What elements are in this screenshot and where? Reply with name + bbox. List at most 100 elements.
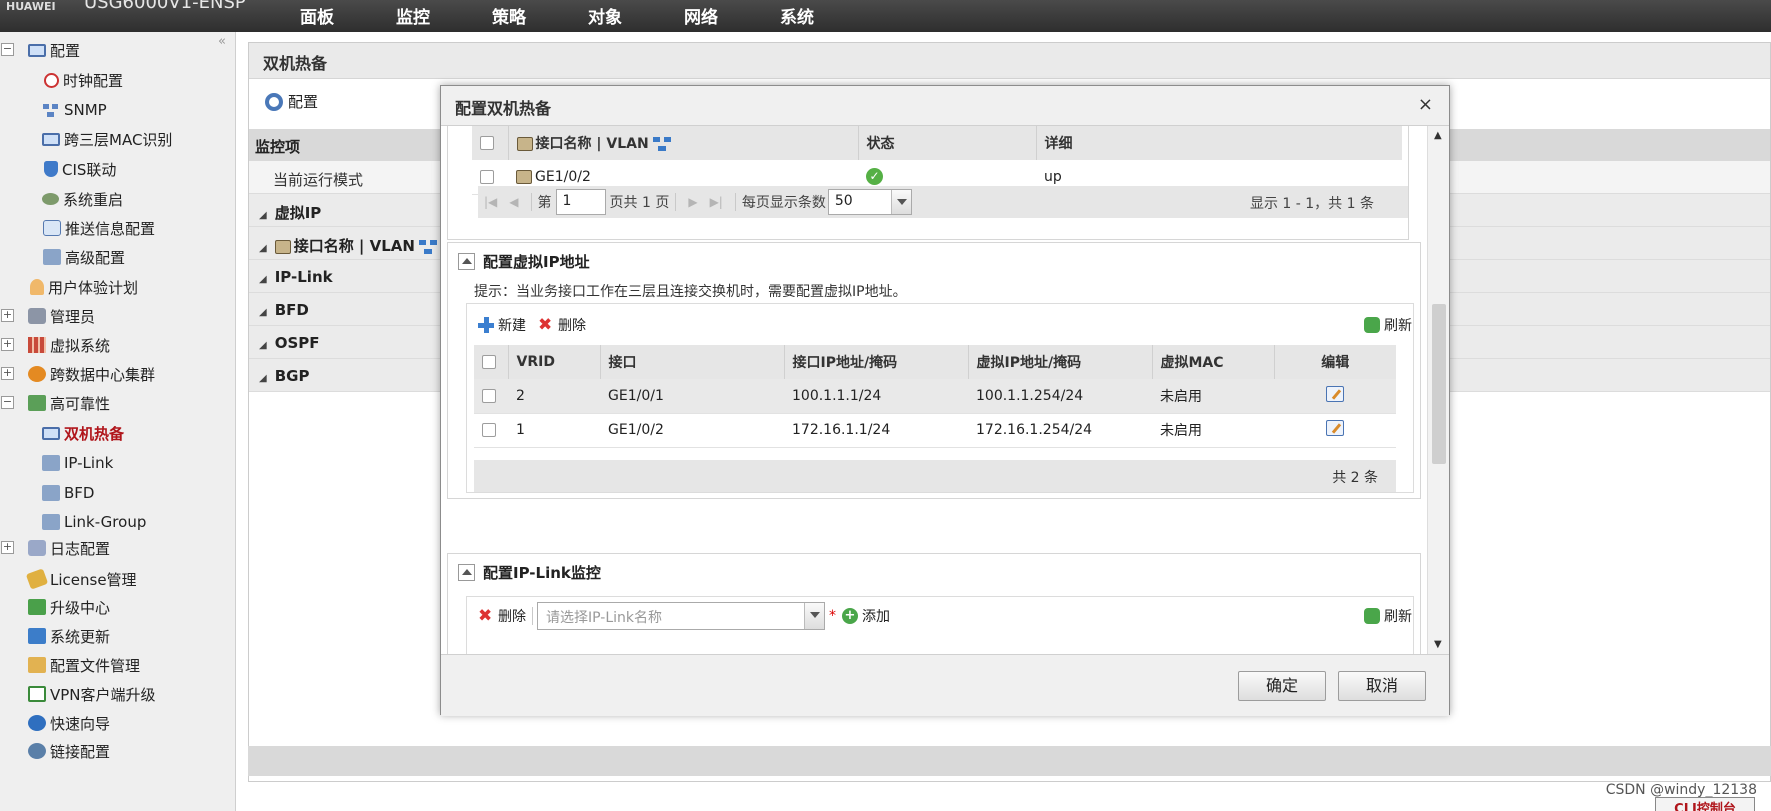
dialog-scrollbar[interactable]: ▲ ▼ <box>1427 126 1449 654</box>
refresh-button[interactable]: 刷新 <box>1364 315 1412 335</box>
col-status: 状态 <box>858 126 1037 160</box>
clock-icon <box>44 72 59 88</box>
last-page-icon[interactable]: ▶| <box>710 195 723 209</box>
per-page-select[interactable]: 50 <box>827 189 912 215</box>
ok-button[interactable]: 确定 <box>1238 671 1326 701</box>
page-number-input[interactable]: 1 <box>555 189 606 215</box>
refresh-label: 刷新 <box>1384 609 1412 625</box>
nav-system[interactable]: 系统 <box>780 3 876 28</box>
cell-virtual-mac: 未启用 <box>1152 413 1274 448</box>
cell-edit <box>1274 379 1396 414</box>
nav-monitor[interactable]: 监控 <box>396 3 492 28</box>
cell-vrid: 1 <box>508 413 600 448</box>
scroll-up-icon[interactable]: ▲ <box>1434 130 1442 141</box>
sidebar-item-label: License管理 <box>50 570 137 589</box>
refresh-button[interactable]: 刷新 <box>1364 606 1412 626</box>
sidebar-item-bfd[interactable]: BFD <box>42 480 94 506</box>
new-button[interactable]: 新建 <box>478 315 526 335</box>
sidebar-item-hot-standby[interactable]: 双机热备 <box>42 420 124 446</box>
nav-object[interactable]: 对象 <box>588 3 684 28</box>
iplink-name-select[interactable]: 请选择IP-Link名称 <box>537 602 825 630</box>
cell-interface: GE1/0/2 <box>600 413 784 448</box>
config-button[interactable]: 配置 <box>265 91 318 112</box>
first-page-icon[interactable]: |◀ <box>484 195 497 209</box>
nav-dashboard[interactable]: 面板 <box>300 3 396 28</box>
sidebar-item-user-exp[interactable]: 用户体验计划 <box>30 274 138 300</box>
sidebar-item-upgrade[interactable]: 升级中心 <box>28 594 110 620</box>
sidebar-item-admin[interactable]: + 管理员 <box>0 303 95 329</box>
sidebar-item-cis[interactable]: CIS联动 <box>44 156 116 182</box>
gear-icon <box>265 92 283 111</box>
sidebar-item-ha[interactable]: − 高可靠性 <box>0 390 110 416</box>
sidebar-item-mac-identify[interactable]: 跨三层MAC识别 <box>42 126 172 152</box>
cli-console-button[interactable]: CLI控制台 <box>1655 797 1755 811</box>
bfd-icon <box>42 485 60 501</box>
row-checkbox[interactable] <box>480 169 494 184</box>
edit-icon[interactable] <box>1326 420 1344 436</box>
next-page-icon[interactable]: ▶ <box>688 195 697 209</box>
expand-toggle-icon[interactable]: + <box>1 541 14 554</box>
sidebar-item-vsys[interactable]: + 虚拟系统 <box>0 332 110 358</box>
new-label: 新建 <box>498 318 526 334</box>
main-nav: 面板 监控 策略 对象 网络 系统 <box>300 3 876 28</box>
delete-button[interactable]: ✖ 删除 <box>478 606 526 626</box>
interface-name: GE1/0/2 <box>535 168 591 185</box>
sidebar-item-advanced[interactable]: 高级配置 <box>43 244 125 270</box>
collapse-sidebar-icon[interactable]: « <box>218 34 226 49</box>
prev-page-icon[interactable]: ◀ <box>509 195 518 209</box>
select-all-checkbox[interactable] <box>482 355 496 369</box>
collapse-section-icon[interactable] <box>458 564 475 581</box>
page-suffix: 页共 1 页 <box>609 195 670 211</box>
row-checkbox[interactable] <box>482 423 496 437</box>
sidebar-item-label: 高级配置 <box>65 248 126 267</box>
sidebar-item-restart[interactable]: 系统重启 <box>42 186 123 212</box>
sidebar-item-label: BFD <box>64 484 95 502</box>
sidebar-item-dc-cluster[interactable]: + 跨数据中心集群 <box>0 361 155 387</box>
select-all-checkbox[interactable] <box>480 136 494 150</box>
edit-icon[interactable] <box>1326 385 1344 402</box>
sidebar-item-config[interactable]: − 配置 <box>0 37 80 63</box>
nav-network[interactable]: 网络 <box>684 3 780 28</box>
refresh-icon <box>1364 608 1380 624</box>
table-row[interactable]: 1 GE1/0/2 172.16.1.1/24 172.16.1.254/24 … <box>474 413 1396 448</box>
dialog-footer: 确定 取消 <box>441 654 1449 716</box>
row-checkbox-cell <box>474 413 508 448</box>
scroll-down-icon[interactable]: ▼ <box>1434 639 1442 650</box>
sidebar-item-vpn-client[interactable]: VPN客户端升级 <box>28 681 156 707</box>
sidebar-item-config-file[interactable]: 配置文件管理 <box>28 652 140 678</box>
vip-section-title: 配置虚拟IP地址 <box>483 253 590 271</box>
sidebar-item-snmp[interactable]: SNMP <box>42 97 107 123</box>
row-checkbox[interactable] <box>482 388 496 403</box>
sidebar-item-sys-update[interactable]: 系统更新 <box>28 623 110 649</box>
sidebar-item-link-group[interactable]: Link-Group <box>42 509 146 535</box>
delete-button[interactable]: ✖ 删除 <box>538 315 586 335</box>
vlan-icon <box>418 239 437 254</box>
cancel-button[interactable]: 取消 <box>1338 671 1426 701</box>
scroll-thumb[interactable] <box>1432 304 1446 464</box>
brand-logo: HUAWEI <box>6 0 56 13</box>
expand-toggle-icon[interactable]: + <box>1 309 14 322</box>
add-button[interactable]: + 添加 <box>842 606 890 626</box>
iplink-section-header[interactable]: 配置IP-Link监控 <box>458 562 601 583</box>
message-icon <box>43 220 61 236</box>
sidebar-item-quick-guide[interactable]: 快速向导 <box>28 710 110 736</box>
expand-toggle-icon[interactable]: + <box>1 367 14 380</box>
collapse-toggle-icon[interactable]: − <box>1 396 14 409</box>
nav-policy[interactable]: 策略 <box>492 3 588 28</box>
expand-toggle-icon[interactable]: + <box>1 338 14 351</box>
sidebar-item-log[interactable]: + 日志配置 <box>0 535 110 561</box>
sidebar-item-license[interactable]: License管理 <box>25 566 137 592</box>
vip-section-header[interactable]: 配置虚拟IP地址 <box>458 251 590 272</box>
col-interface-label: 接口名称 | VLAN <box>535 136 649 152</box>
expand-triangle-icon: ◢ <box>259 210 267 221</box>
group-label: 虚拟IP <box>274 204 322 222</box>
close-icon[interactable]: × <box>1418 94 1433 115</box>
collapse-section-icon[interactable] <box>458 253 475 270</box>
collapse-toggle-icon[interactable]: − <box>1 43 14 56</box>
add-label: 添加 <box>862 609 890 625</box>
table-row[interactable]: 2 GE1/0/1 100.1.1.1/24 100.1.1.254/24 未启… <box>474 379 1396 414</box>
sidebar-item-iplink[interactable]: IP-Link <box>42 450 113 476</box>
sidebar-item-push-info[interactable]: 推送信息配置 <box>43 215 155 241</box>
sidebar-item-clock[interactable]: 时钟配置 <box>44 67 123 93</box>
sidebar-item-link-config[interactable]: 链接配置 <box>28 738 110 764</box>
